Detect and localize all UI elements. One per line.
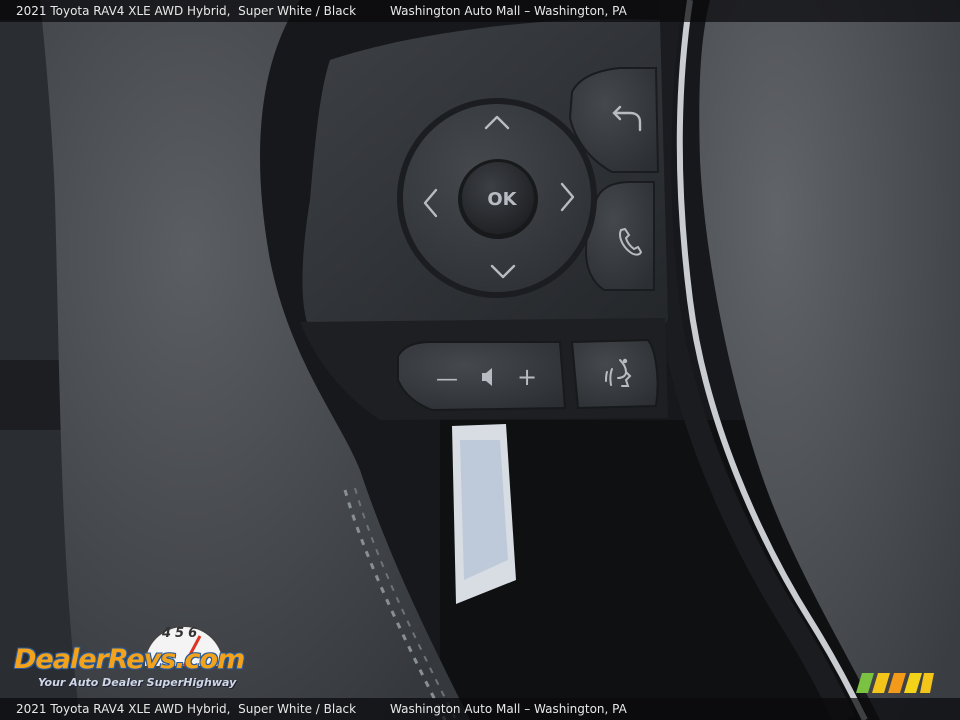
volume-rocker[interactable]	[397, 341, 567, 412]
dealer-caption-bottom: Washington Auto Mall – Washington, PA	[390, 702, 627, 716]
voice-command-button[interactable]	[570, 338, 659, 410]
dealerrevs-watermark: 456 DealerRevs.com Your Auto Dealer Supe…	[12, 622, 272, 696]
dealer-caption: Washington Auto Mall – Washington, PA	[390, 4, 627, 18]
volume-down-label: —	[436, 367, 458, 392]
stripes-logo-icon	[856, 673, 934, 693]
vehicle-caption: 2021 Toyota RAV4 XLE AWD Hybrid, Super W…	[16, 4, 357, 18]
caption-bar-bottom: 2021 Toyota RAV4 XLE AWD Hybrid, Super W…	[0, 698, 960, 720]
photo-stage: OK — + 2021 Toyota RAV4 XLE AWD Hybrid, …	[0, 0, 960, 720]
caption-bar-top: 2021 Toyota RAV4 XLE AWD Hybrid, Super W…	[0, 0, 960, 22]
watermark-tagline: Your Auto Dealer SuperHighway	[38, 676, 237, 689]
steering-wheel-photo: OK — +	[0, 0, 960, 720]
gauge-digits: 456	[162, 626, 202, 641]
tag-print	[460, 440, 508, 580]
volume-up-label: +	[517, 363, 537, 391]
vehicle-caption-bottom: 2021 Toyota RAV4 XLE AWD Hybrid, Super W…	[16, 702, 357, 716]
watermark-brand: DealerRevs.com	[14, 644, 245, 675]
ok-label: OK	[487, 189, 517, 210]
